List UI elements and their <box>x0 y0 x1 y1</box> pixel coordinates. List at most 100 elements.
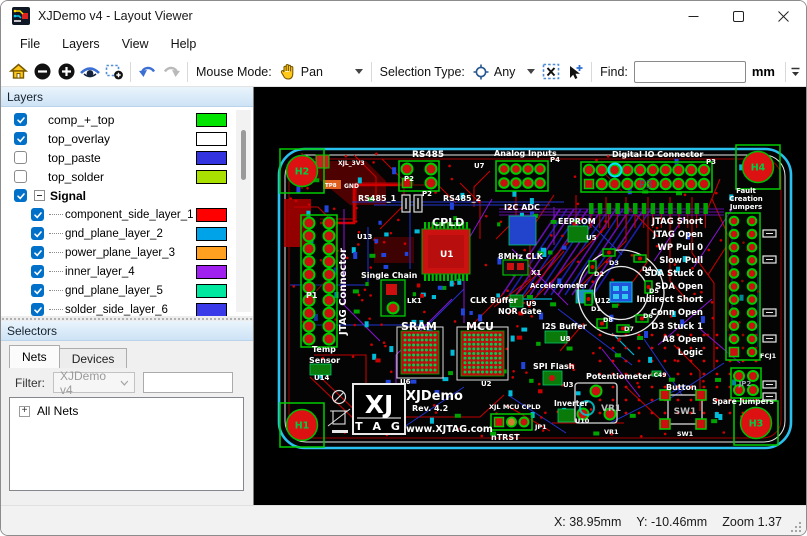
zoom-out-button[interactable] <box>30 60 54 84</box>
tab-devices[interactable]: Devices <box>60 348 128 368</box>
pcb-pad[interactable] <box>748 282 757 291</box>
pcb-pad[interactable] <box>748 230 757 239</box>
pcb-pad[interactable] <box>324 243 335 254</box>
layer-color-swatch[interactable] <box>196 265 227 279</box>
layer-row[interactable]: solder_side_layer_6 <box>1 300 253 316</box>
pcb-pad[interactable] <box>673 165 683 175</box>
pcb-pad[interactable] <box>730 217 739 226</box>
layer-row[interactable]: inner_layer_4 <box>1 262 253 281</box>
pcb-pad[interactable] <box>324 269 335 280</box>
pcb-pad[interactable] <box>686 165 696 175</box>
clear-selection-button[interactable] <box>539 60 563 84</box>
undo-button[interactable] <box>135 60 159 84</box>
expand-plus-icon[interactable]: + <box>19 406 30 417</box>
pcb-pad[interactable] <box>748 308 757 317</box>
layer-checkbox[interactable] <box>31 246 44 259</box>
pcb-pad[interactable] <box>499 164 509 174</box>
pcb-pad[interactable] <box>402 164 413 175</box>
pcb-pad[interactable] <box>597 165 607 175</box>
pcb-pad[interactable] <box>648 165 658 175</box>
selection-type-combo[interactable]: Any <box>469 62 539 82</box>
pcb-pad[interactable] <box>730 308 739 317</box>
pcb-pad[interactable] <box>609 165 619 175</box>
layer-checkbox[interactable] <box>31 284 44 297</box>
menu-file[interactable]: File <box>9 33 51 55</box>
pcb-pad[interactable] <box>748 256 757 265</box>
home-button[interactable] <box>6 60 30 84</box>
pcb-pad[interactable] <box>523 164 533 174</box>
layer-row[interactable]: top_paste <box>1 148 253 167</box>
layer-row[interactable]: component_side_layer_1 <box>1 205 253 224</box>
menu-help[interactable]: Help <box>160 33 208 55</box>
layer-color-swatch[interactable] <box>196 132 227 146</box>
pcb-pad[interactable] <box>304 243 315 254</box>
visibility-button[interactable] <box>78 60 102 84</box>
pcb-pad[interactable] <box>699 165 709 175</box>
layer-color-swatch[interactable] <box>196 113 227 127</box>
pcb-pad[interactable] <box>324 295 335 306</box>
pcb-pad[interactable] <box>609 179 619 189</box>
pcb-pad[interactable] <box>324 256 335 267</box>
layer-color-swatch[interactable] <box>196 208 227 222</box>
pcb-pad[interactable] <box>304 269 315 280</box>
pcb-pad[interactable] <box>730 322 739 331</box>
layer-checkbox[interactable] <box>14 189 27 202</box>
pcb-pad[interactable] <box>730 243 739 252</box>
toolbar-overflow-button[interactable] <box>790 67 801 77</box>
layer-color-swatch[interactable] <box>196 246 227 260</box>
layer-color-swatch[interactable] <box>196 151 227 165</box>
pcb-pad[interactable] <box>304 308 315 319</box>
redo-button[interactable] <box>159 60 183 84</box>
resize-grip[interactable] <box>789 520 802 533</box>
pcb-pad[interactable] <box>730 256 739 265</box>
pcb-pad[interactable] <box>660 179 670 189</box>
maximize-button[interactable] <box>716 1 761 31</box>
layer-row[interactable]: top_solder <box>1 167 253 186</box>
pcb-pad[interactable] <box>324 308 335 319</box>
layer-checkbox[interactable] <box>14 132 27 145</box>
pcb-pad[interactable] <box>499 178 509 188</box>
pcb-pad[interactable] <box>748 348 757 357</box>
tree-item-all-nets[interactable]: + All Nets <box>19 404 243 418</box>
layer-color-swatch[interactable] <box>196 303 227 317</box>
close-button[interactable] <box>761 1 806 31</box>
pcb-pad[interactable] <box>324 218 335 229</box>
layer-row[interactable]: comp_+_top <box>1 110 253 129</box>
tab-nets[interactable]: Nets <box>9 345 60 368</box>
pcb-pad[interactable] <box>748 322 757 331</box>
selectors-panel-header[interactable]: Selectors <box>1 321 253 341</box>
scrollbar-thumb[interactable] <box>241 130 246 180</box>
pcb-pad[interactable] <box>304 334 315 345</box>
pcb-pad[interactable] <box>304 256 315 267</box>
pcb-pad[interactable] <box>730 335 739 344</box>
pcb-pad[interactable] <box>622 165 632 175</box>
pcb-canvas[interactable]: H2H4H1H3XJT A GRS485Analog InputsDigital… <box>254 87 807 505</box>
pcb-pad[interactable] <box>426 164 437 175</box>
layer-checkbox[interactable] <box>14 113 27 126</box>
pcb-pad[interactable] <box>748 269 757 278</box>
layer-color-swatch[interactable] <box>196 284 227 298</box>
pcb-pad[interactable] <box>523 178 533 188</box>
layer-row[interactable]: top_overlay <box>1 129 253 148</box>
pcb-pad[interactable] <box>324 321 335 332</box>
filter-input[interactable] <box>143 372 233 393</box>
collapse-minus-icon[interactable] <box>34 190 45 201</box>
layer-checkbox[interactable] <box>14 170 27 183</box>
layer-checkbox[interactable] <box>14 151 27 164</box>
pcb-pad[interactable] <box>324 230 335 241</box>
layer-color-swatch[interactable] <box>196 170 227 184</box>
layer-checkbox[interactable] <box>31 208 44 221</box>
title-bar[interactable]: XJDemo v4 - Layout Viewer <box>1 1 806 31</box>
layers-panel-header[interactable]: Layers <box>1 87 253 107</box>
layer-checkbox[interactable] <box>31 265 44 278</box>
pcb-pad[interactable] <box>495 418 504 427</box>
layer-checkbox[interactable] <box>31 227 44 240</box>
pcb-pad[interactable] <box>535 178 545 188</box>
menu-layers[interactable]: Layers <box>51 33 111 55</box>
layer-row[interactable]: power_plane_layer_3 <box>1 243 253 262</box>
pcb-pad[interactable] <box>686 179 696 189</box>
minimize-button[interactable] <box>671 1 716 31</box>
pcb-pad[interactable] <box>699 179 709 189</box>
pcb-viewport[interactable]: H2H4H1H3XJT A GRS485Analog InputsDigital… <box>254 87 807 505</box>
pcb-pad[interactable] <box>535 164 545 174</box>
